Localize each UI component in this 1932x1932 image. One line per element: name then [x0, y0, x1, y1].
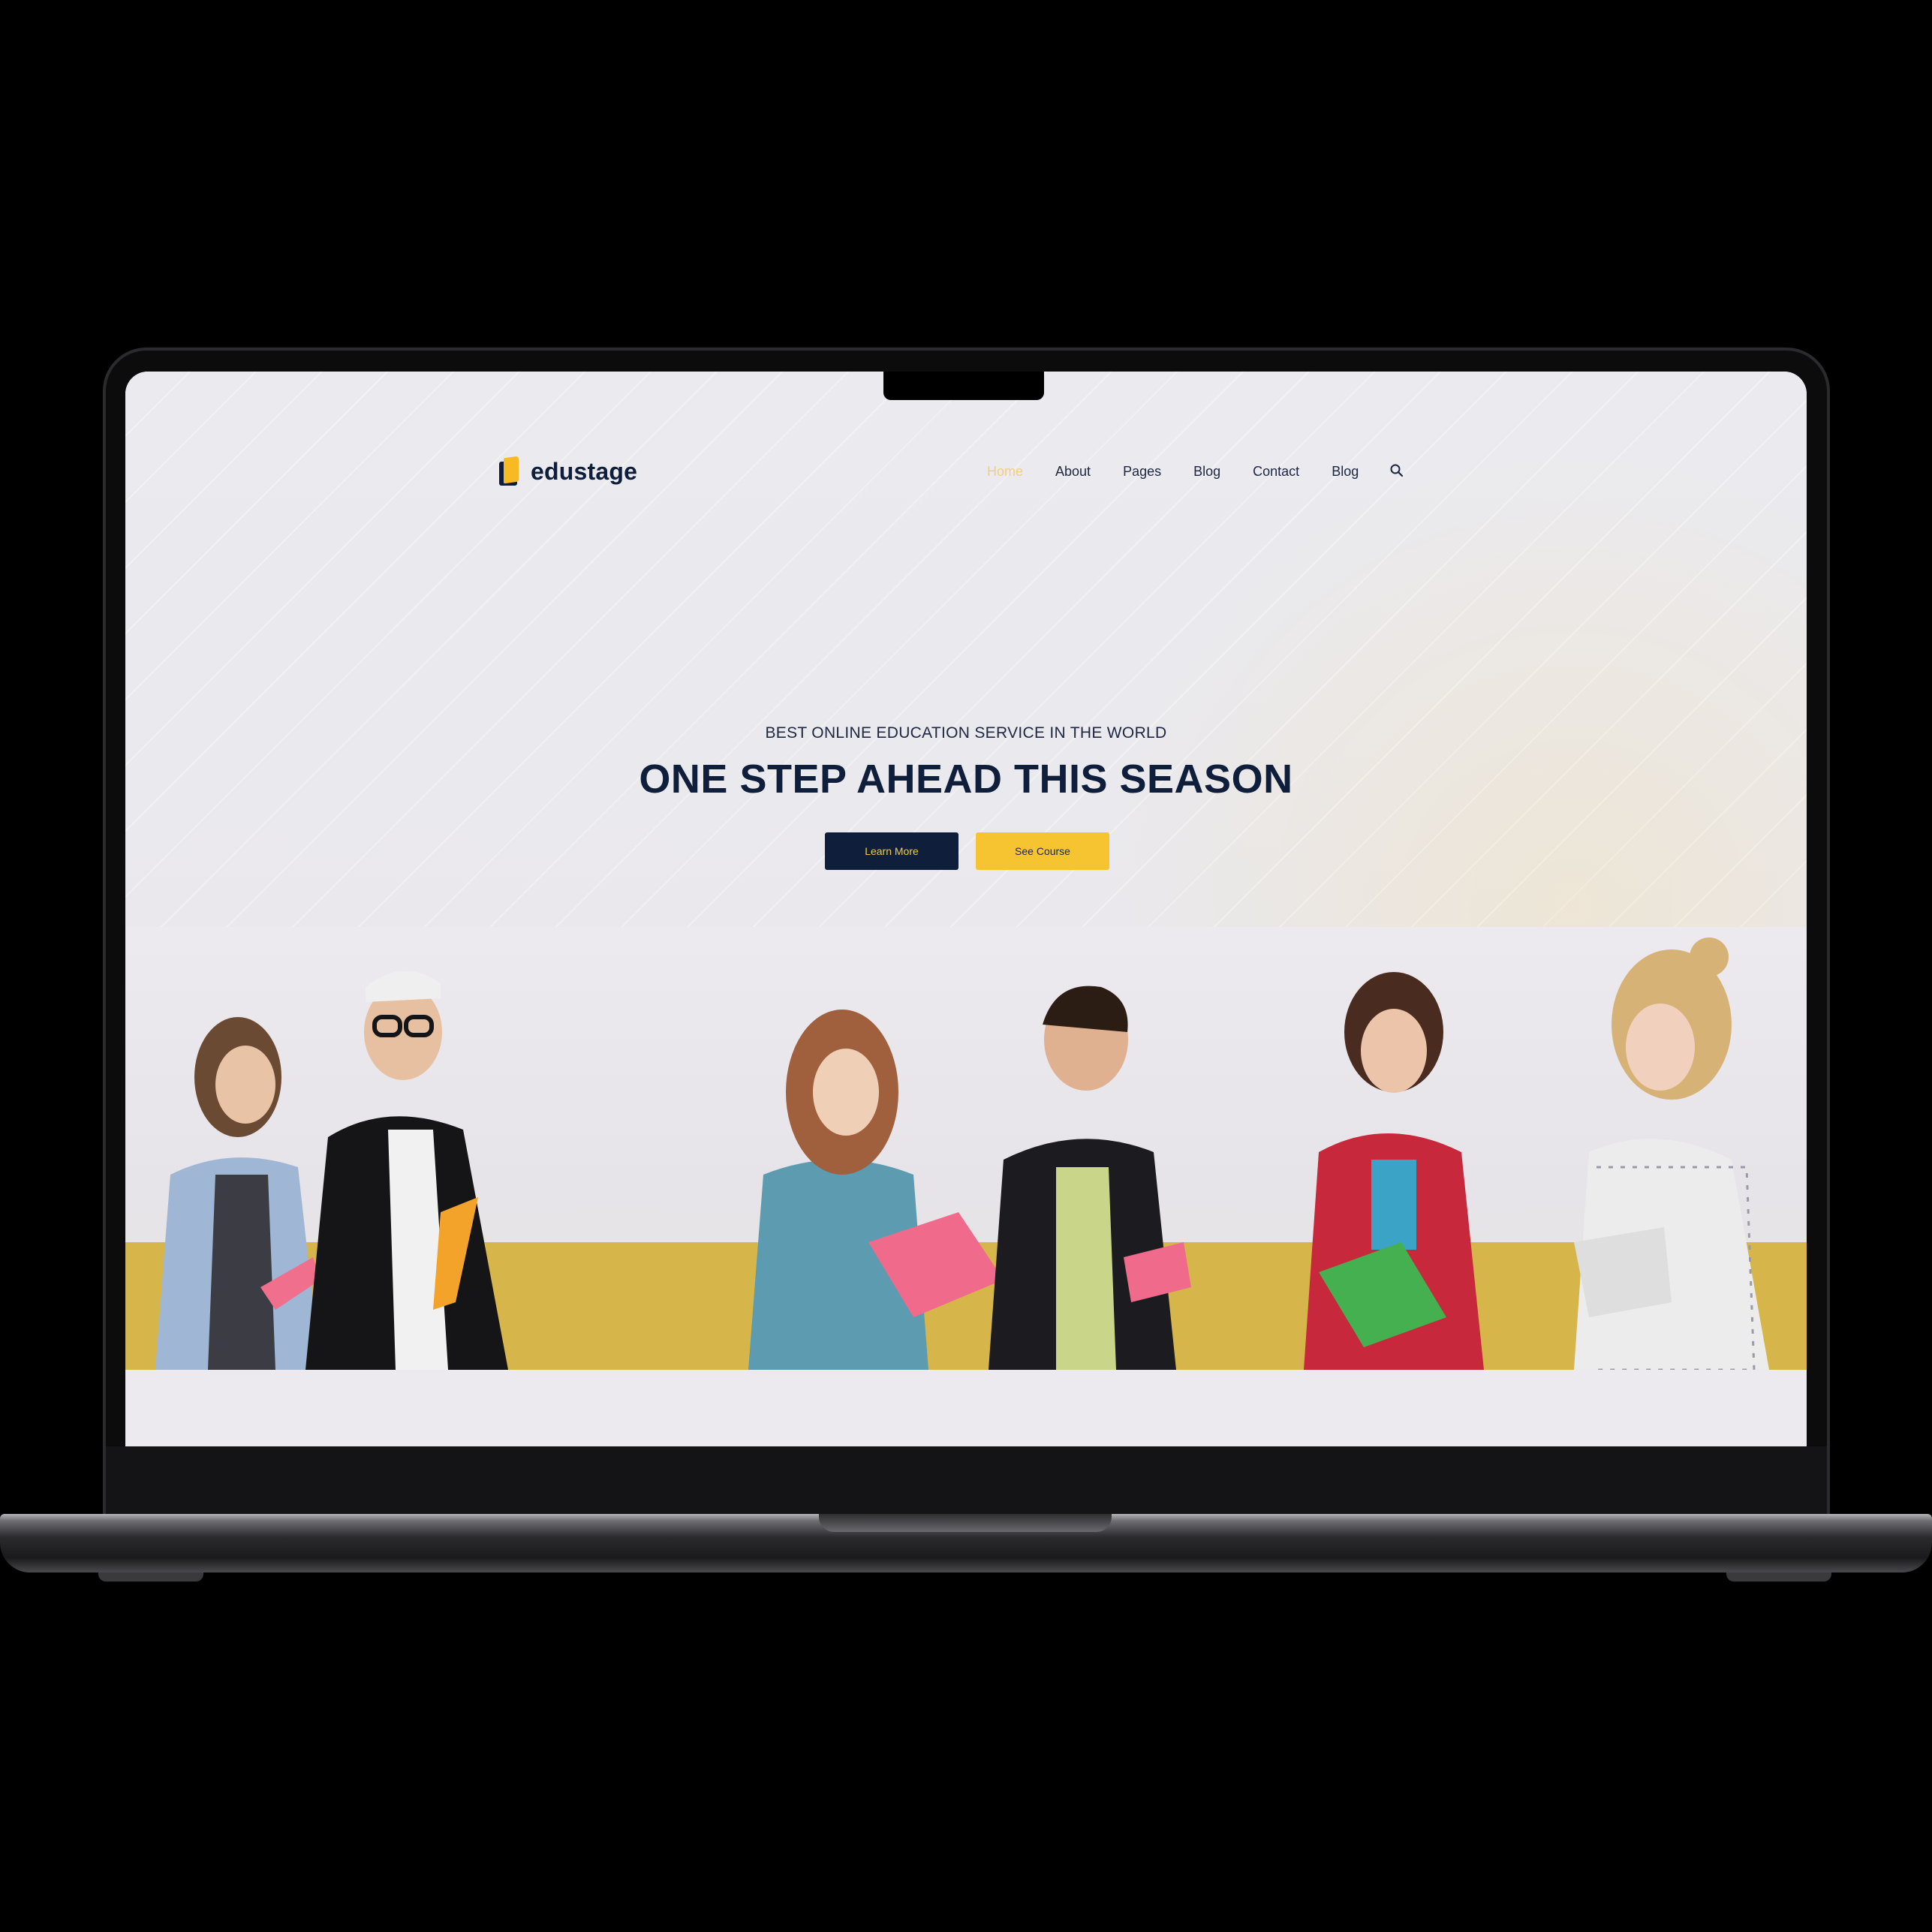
- laptop-foot-right: [1726, 1572, 1831, 1581]
- main-nav: Home About Pages Blog Contact Blog: [987, 463, 1406, 480]
- search-icon[interactable]: [1389, 463, 1406, 480]
- student-6: [1574, 937, 1769, 1370]
- laptop-foot-left: [98, 1572, 203, 1581]
- student-2: [305, 971, 508, 1370]
- nav-item-pages[interactable]: Pages: [1123, 464, 1161, 480]
- book-logo-icon: [499, 456, 520, 486]
- logo[interactable]: edustage: [499, 456, 638, 486]
- laptop-mockup: edustage Home About Pages Blog Contact B…: [0, 0, 1932, 1932]
- hero-photo-students: [125, 927, 1807, 1370]
- nav-item-home[interactable]: Home: [987, 464, 1023, 480]
- student-5: [1304, 972, 1484, 1370]
- site-header: edustage Home About Pages Blog Contact B…: [125, 447, 1807, 492]
- nav-item-contact[interactable]: Contact: [1253, 464, 1299, 480]
- logo-text: edustage: [531, 457, 638, 485]
- student-1: [155, 1017, 320, 1370]
- website: edustage Home About Pages Blog Contact B…: [125, 372, 1807, 1446]
- student-4: [989, 986, 1191, 1370]
- laptop-screen: edustage Home About Pages Blog Contact B…: [125, 372, 1807, 1446]
- laptop-chin: [106, 1446, 1827, 1514]
- nav-item-about[interactable]: About: [1055, 464, 1091, 480]
- nav-item-blog-2[interactable]: Blog: [1332, 464, 1359, 480]
- hero-headline: ONE STEP AHEAD THIS SEASON: [639, 757, 1293, 802]
- hero-text: BEST ONLINE EDUCATION SERVICE IN THE WOR…: [125, 724, 1807, 802]
- see-course-button[interactable]: See Course: [976, 832, 1109, 870]
- student-3: [748, 1010, 1004, 1370]
- students-illustration: [155, 937, 1769, 1370]
- camera-notch: [883, 372, 1044, 400]
- hero-eyebrow: BEST ONLINE EDUCATION SERVICE IN THE WOR…: [765, 724, 1167, 742]
- below-hero-band: [125, 1370, 1807, 1446]
- hero-buttons: Learn More See Course: [825, 832, 1109, 870]
- laptop-opening-notch: [819, 1514, 1112, 1532]
- nav-item-blog[interactable]: Blog: [1193, 464, 1220, 480]
- learn-more-button[interactable]: Learn More: [825, 832, 958, 870]
